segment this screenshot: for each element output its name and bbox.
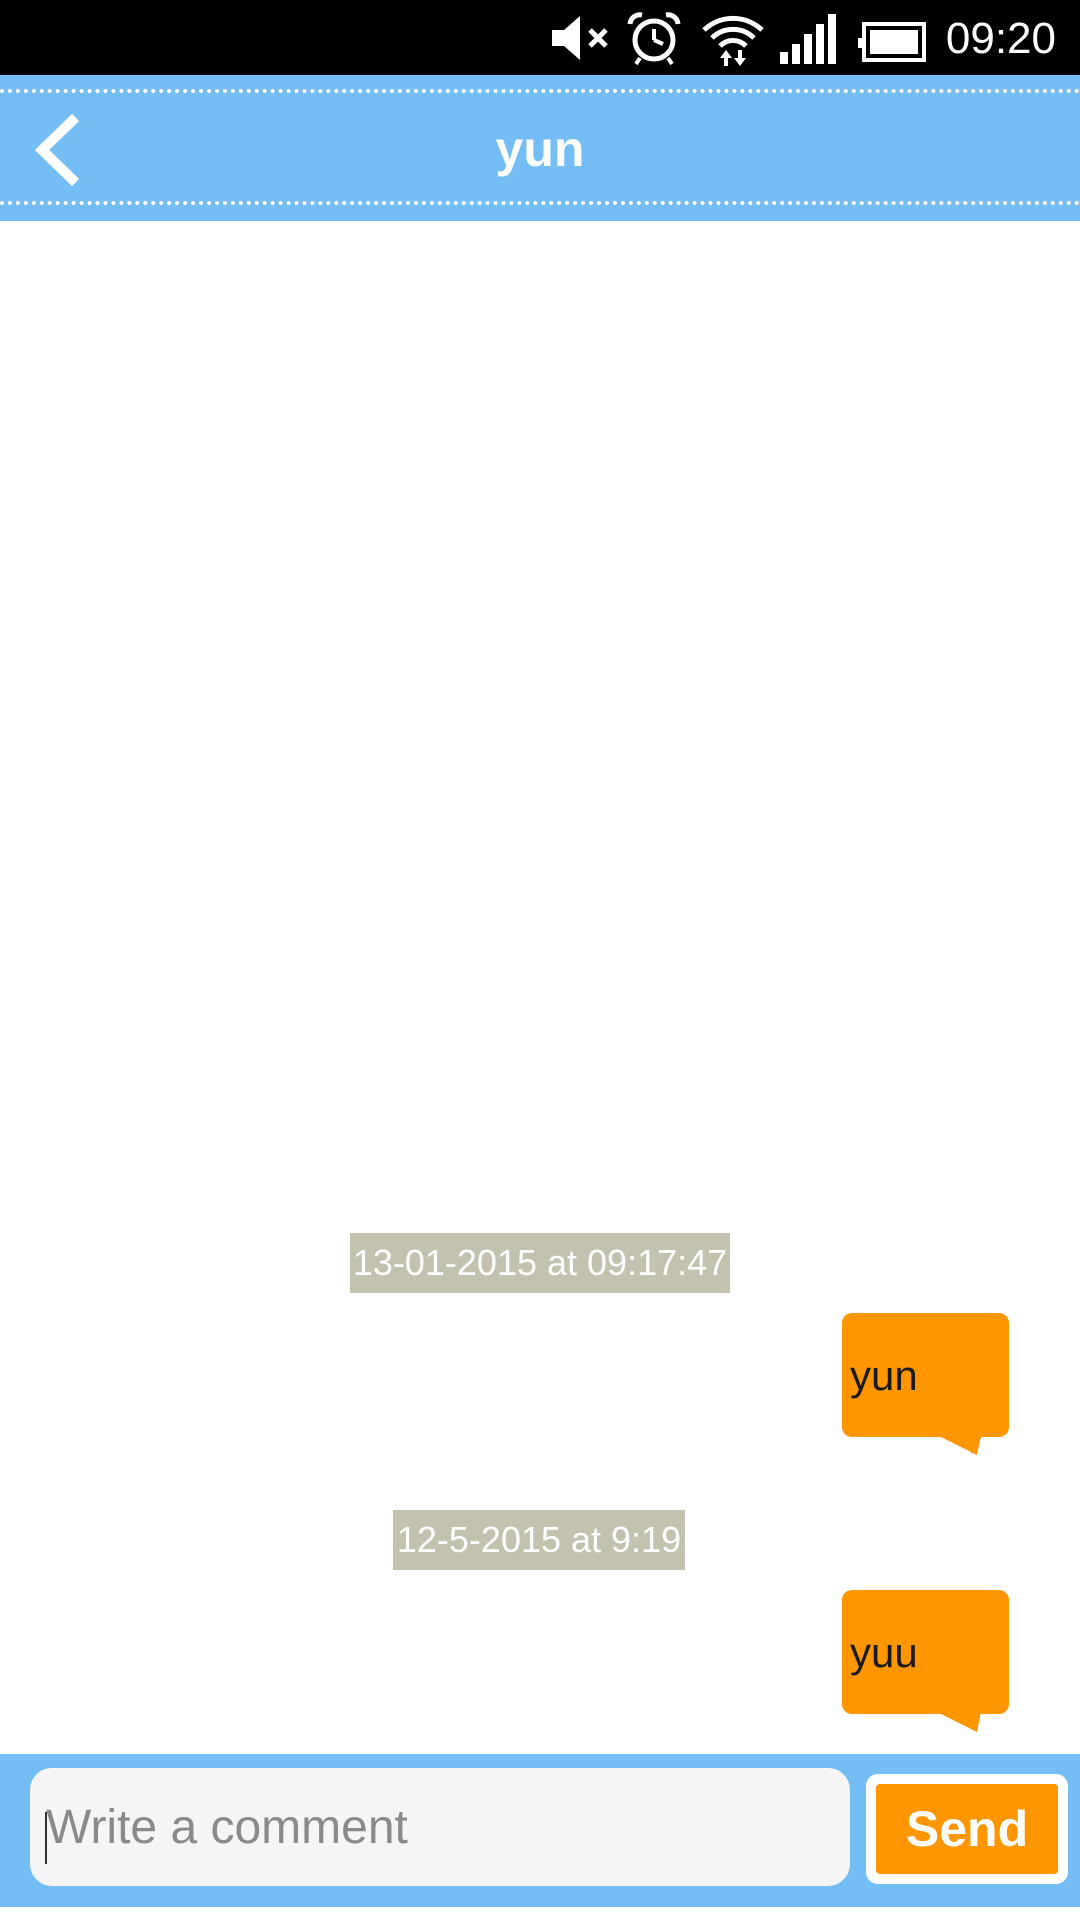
chat-title: yun: [495, 121, 585, 177]
signal-icon: [780, 14, 836, 64]
message-timestamp: 12-5-2015 at 9:19: [393, 1510, 685, 1570]
send-button-frame: Send: [866, 1774, 1068, 1884]
message-bubble[interactable]: yuu: [842, 1590, 1009, 1732]
battery-icon: [858, 22, 926, 62]
text-caret: [45, 1812, 47, 1864]
comment-composer: Send: [0, 1754, 1080, 1907]
wifi-icon: [702, 15, 764, 66]
message-text: yuu: [850, 1629, 918, 1676]
chat-header: yun: [0, 75, 1080, 221]
message-text: yun: [850, 1352, 918, 1399]
bubble-tail: [937, 1712, 981, 1732]
comment-input[interactable]: [30, 1768, 850, 1886]
bubble-tail: [937, 1435, 983, 1455]
status-time: 09:20: [945, 14, 1056, 63]
send-button[interactable]: Send: [876, 1784, 1058, 1874]
message-timestamp: 13-01-2015 at 09:17:47: [350, 1233, 730, 1293]
message-bubble[interactable]: yun: [842, 1313, 1009, 1455]
header-dotted-border-top: [0, 89, 1080, 93]
bottom-strip: [0, 1907, 1080, 1920]
alarm-icon: [627, 12, 681, 66]
mute-icon: [552, 16, 608, 60]
status-bar: 09:20: [0, 0, 1080, 75]
header-dotted-border-bottom: [0, 201, 1080, 205]
